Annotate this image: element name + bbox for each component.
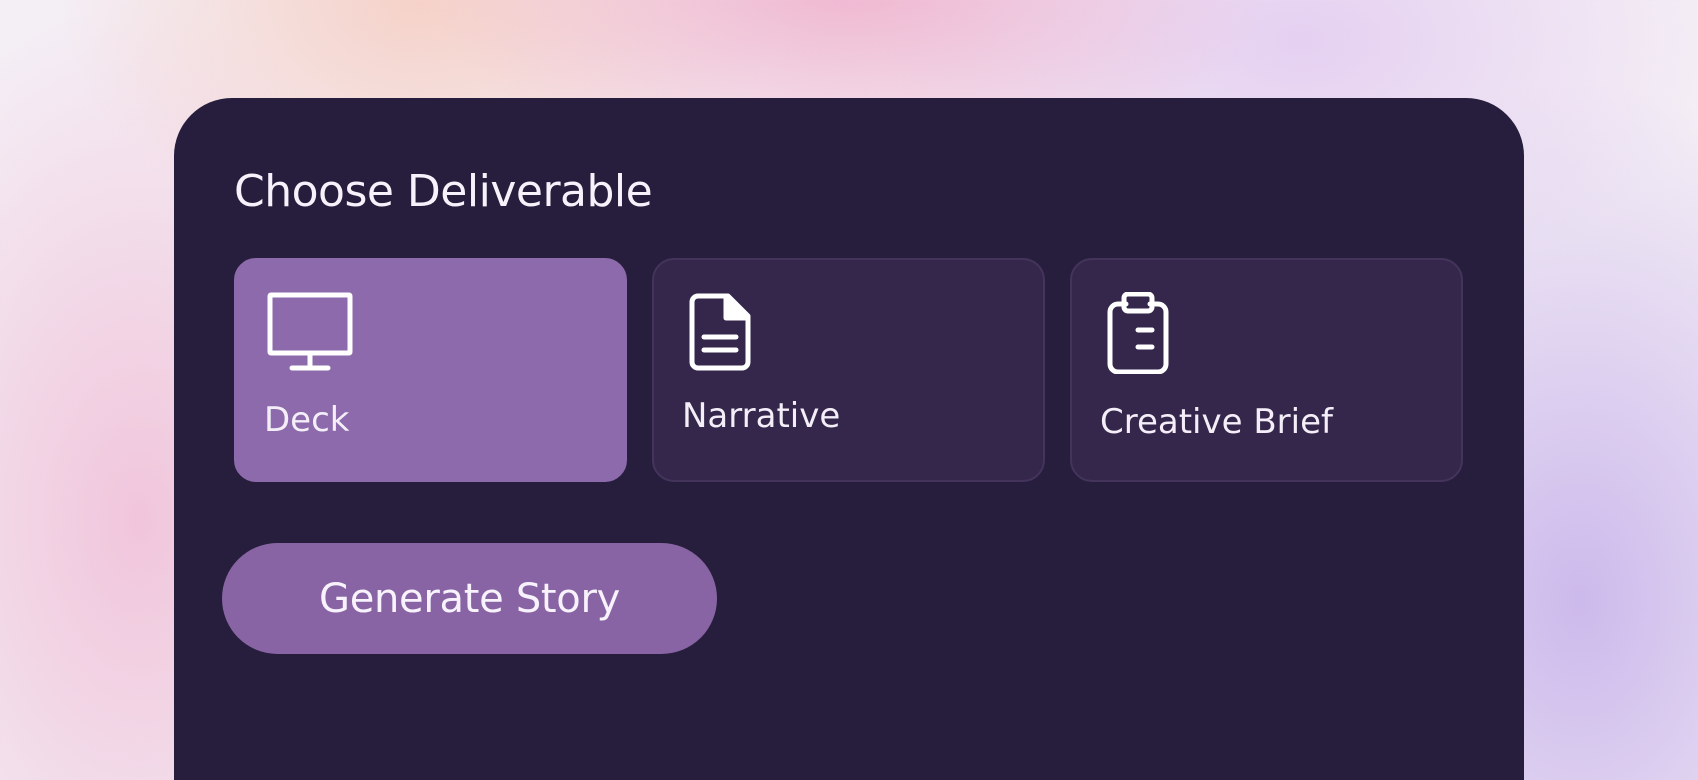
generate-story-button[interactable]: Generate Story <box>222 543 717 654</box>
deliverable-options: Deck Narrative Creative Brief <box>234 258 1463 482</box>
deliverable-label-narrative: Narrative <box>682 396 841 436</box>
deliverable-card-deck[interactable]: Deck <box>234 258 627 482</box>
deliverable-label-deck: Deck <box>264 400 350 440</box>
deliverable-label-creative-brief: Creative Brief <box>1100 402 1333 442</box>
panel-title: Choose Deliverable <box>234 166 653 217</box>
clipboard-icon <box>1102 292 1190 374</box>
deliverable-card-narrative[interactable]: Narrative <box>652 258 1045 482</box>
deliverable-card-creative-brief[interactable]: Creative Brief <box>1070 258 1463 482</box>
monitor-icon <box>266 292 354 374</box>
document-icon <box>684 292 772 374</box>
deliverable-panel: Choose Deliverable Deck Narrative Creati… <box>174 98 1524 780</box>
